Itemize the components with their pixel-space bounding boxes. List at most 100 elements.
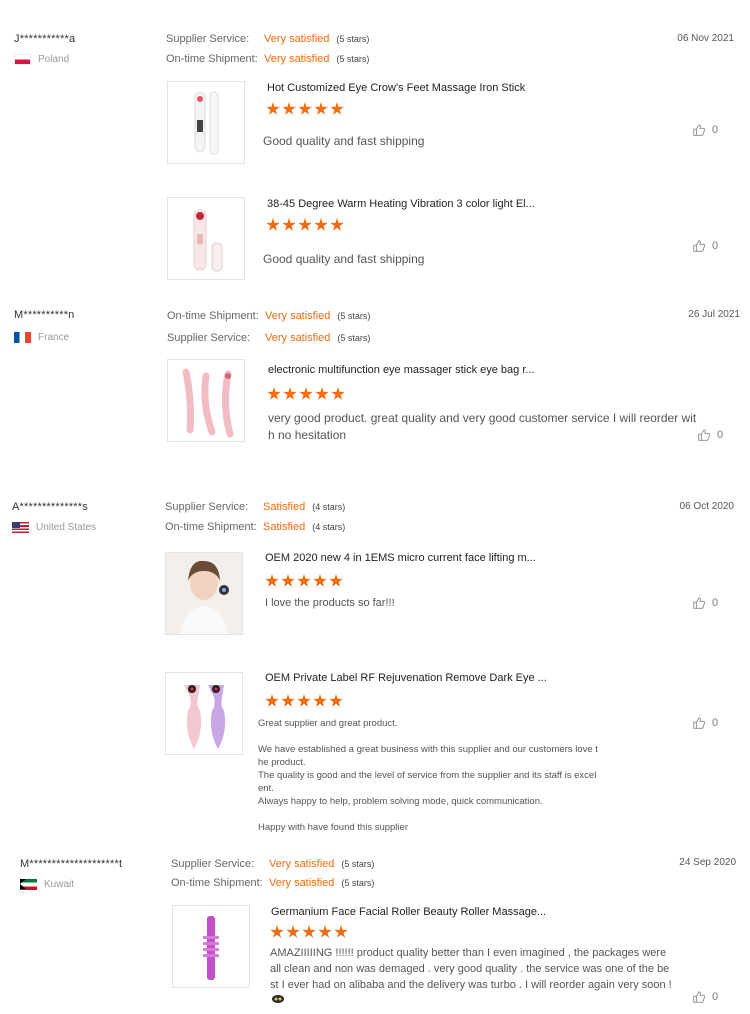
like-button[interactable]: 0 (692, 596, 718, 610)
like-button[interactable]: 0 (692, 123, 718, 137)
star-icon (266, 102, 280, 115)
star-icon (265, 574, 279, 587)
comment-line: h no hesitation (268, 428, 347, 442)
review-date: 06 Oct 2020 (679, 501, 734, 512)
comment-line: We have established a great business wit… (258, 744, 598, 755)
usa-flag-icon (12, 522, 29, 533)
rating-value: Very satisfied (265, 310, 331, 322)
rating-row: Supplier Service: Very satisfied (5 star… (167, 332, 370, 344)
review-comment: very good product. great quality and ver… (268, 410, 696, 444)
product-star-rating (266, 218, 344, 232)
product-title-link[interactable]: OEM 2020 new 4 in 1EMS micro current fac… (265, 552, 536, 564)
product-thumbnail[interactable] (167, 359, 245, 442)
rating-label: Supplier Service: (167, 332, 251, 344)
like-button[interactable]: 0 (692, 990, 718, 1004)
like-count: 0 (717, 429, 724, 441)
like-count: 0 (712, 597, 719, 609)
review-date: 26 Jul 2021 (688, 309, 740, 320)
thumbs-up-icon (693, 124, 706, 136)
product-title-link[interactable]: electronic multifunction eye massager st… (268, 364, 535, 376)
reviewer-country: Kuwait (20, 879, 74, 890)
thumbs-up-icon (693, 240, 706, 252)
thumbs-up-icon (698, 429, 711, 441)
star-icon (313, 694, 327, 707)
like-count: 0 (712, 240, 719, 252)
like-count: 0 (712, 717, 719, 729)
like-button[interactable]: 0 (697, 428, 723, 442)
star-icon (331, 387, 345, 400)
rating-stars-count: (4 stars) (312, 522, 346, 532)
product-title-link[interactable]: Hot Customized Eye Crow's Feet Massage I… (267, 82, 525, 94)
product-title-link[interactable]: OEM Private Label RF Rejuvenation Remove… (265, 672, 547, 684)
rating-stars-count: (4 stars) (312, 502, 346, 512)
rating-label: On-time Shipment: (166, 53, 258, 65)
rating-value: Very satisfied (264, 33, 330, 45)
rating-row: On-time Shipment: Very satisfied (5 star… (167, 310, 370, 322)
star-icon (329, 574, 343, 587)
product-title-link[interactable]: Germanium Face Facial Roller Beauty Roll… (271, 906, 546, 918)
rating-label: On-time Shipment: (171, 877, 263, 889)
country-name: United States (36, 522, 97, 533)
rating-value: Very satisfied (269, 858, 335, 870)
star-icon (282, 102, 296, 115)
comment-line: AMAZIIIIING !!!!!! product quality bette… (270, 947, 667, 959)
rating-value: Satisfied (263, 501, 306, 513)
product-title-link[interactable]: 38-45 Degree Warm Heating Vibration 3 co… (267, 198, 535, 210)
country-name: Kuwait (44, 879, 75, 890)
rating-label: Supplier Service: (171, 858, 255, 870)
reviewer-country: United States (12, 522, 96, 533)
reviewer-country: Poland (14, 54, 69, 65)
star-icon (283, 387, 297, 400)
france-flag-icon (14, 332, 31, 343)
star-icon (282, 218, 296, 231)
product-thumbnail[interactable] (172, 905, 250, 988)
comment-line: st I ever had on alibaba and the deliver… (270, 979, 672, 991)
rating-value: Very satisfied (269, 877, 335, 889)
rating-stars-count: (5 stars) (336, 34, 370, 44)
product-thumbnail[interactable] (167, 81, 245, 164)
like-button[interactable]: 0 (692, 716, 718, 730)
star-icon (298, 102, 312, 115)
country-name: France (38, 332, 70, 343)
star-icon (298, 218, 312, 231)
product-star-rating (265, 694, 343, 708)
product-star-rating (267, 387, 345, 401)
reviewer-name: A**************s (12, 501, 88, 513)
reviewer-name: M**********n (14, 309, 75, 321)
like-count: 0 (712, 991, 719, 1003)
rating-stars-count: (5 stars) (337, 333, 371, 343)
kuwait-flag-icon (20, 879, 37, 890)
comment-line: all clean and non was demaged . very goo… (270, 963, 670, 975)
like-button[interactable]: 0 (692, 239, 718, 253)
rating-row: On-time Shipment: Very satisfied (5 star… (166, 53, 369, 65)
rating-row: On-time Shipment: Very satisfied (5 star… (171, 877, 374, 889)
star-icon (313, 574, 327, 587)
rating-value: Satisfied (263, 521, 306, 533)
reviewer-country: France (14, 332, 69, 343)
comment-line: he product. (258, 757, 306, 768)
rating-row: Supplier Service: Very satisfied (5 star… (166, 33, 369, 45)
reviewer-name: J***********a (14, 33, 76, 45)
comment-line: Always happy to help, problem solving mo… (258, 796, 543, 807)
country-name: Poland (38, 54, 70, 65)
product-thumbnail[interactable] (165, 552, 243, 635)
star-icon (265, 694, 279, 707)
review-comment: Good quality and fast shipping (263, 134, 425, 148)
rating-row: Supplier Service: Satisfied (4 stars) (165, 501, 345, 513)
star-icon (286, 925, 300, 938)
star-icon (330, 102, 344, 115)
rating-stars-count: (5 stars) (336, 54, 370, 64)
star-icon (330, 218, 344, 231)
rating-stars-count: (5 stars) (341, 859, 375, 869)
rating-stars-count: (5 stars) (341, 878, 375, 888)
product-thumbnail[interactable] (167, 197, 245, 280)
rating-stars-count: (5 stars) (337, 311, 371, 321)
thumbs-up-icon (693, 991, 706, 1003)
comment-line: very good product. great quality and ver… (268, 411, 697, 425)
rating-label: On-time Shipment: (165, 521, 257, 533)
product-thumbnail[interactable] (165, 672, 243, 755)
rating-label: Supplier Service: (165, 501, 249, 513)
star-icon (302, 925, 316, 938)
rating-row: On-time Shipment: Satisfied (4 stars) (165, 521, 345, 533)
star-icon (318, 925, 332, 938)
